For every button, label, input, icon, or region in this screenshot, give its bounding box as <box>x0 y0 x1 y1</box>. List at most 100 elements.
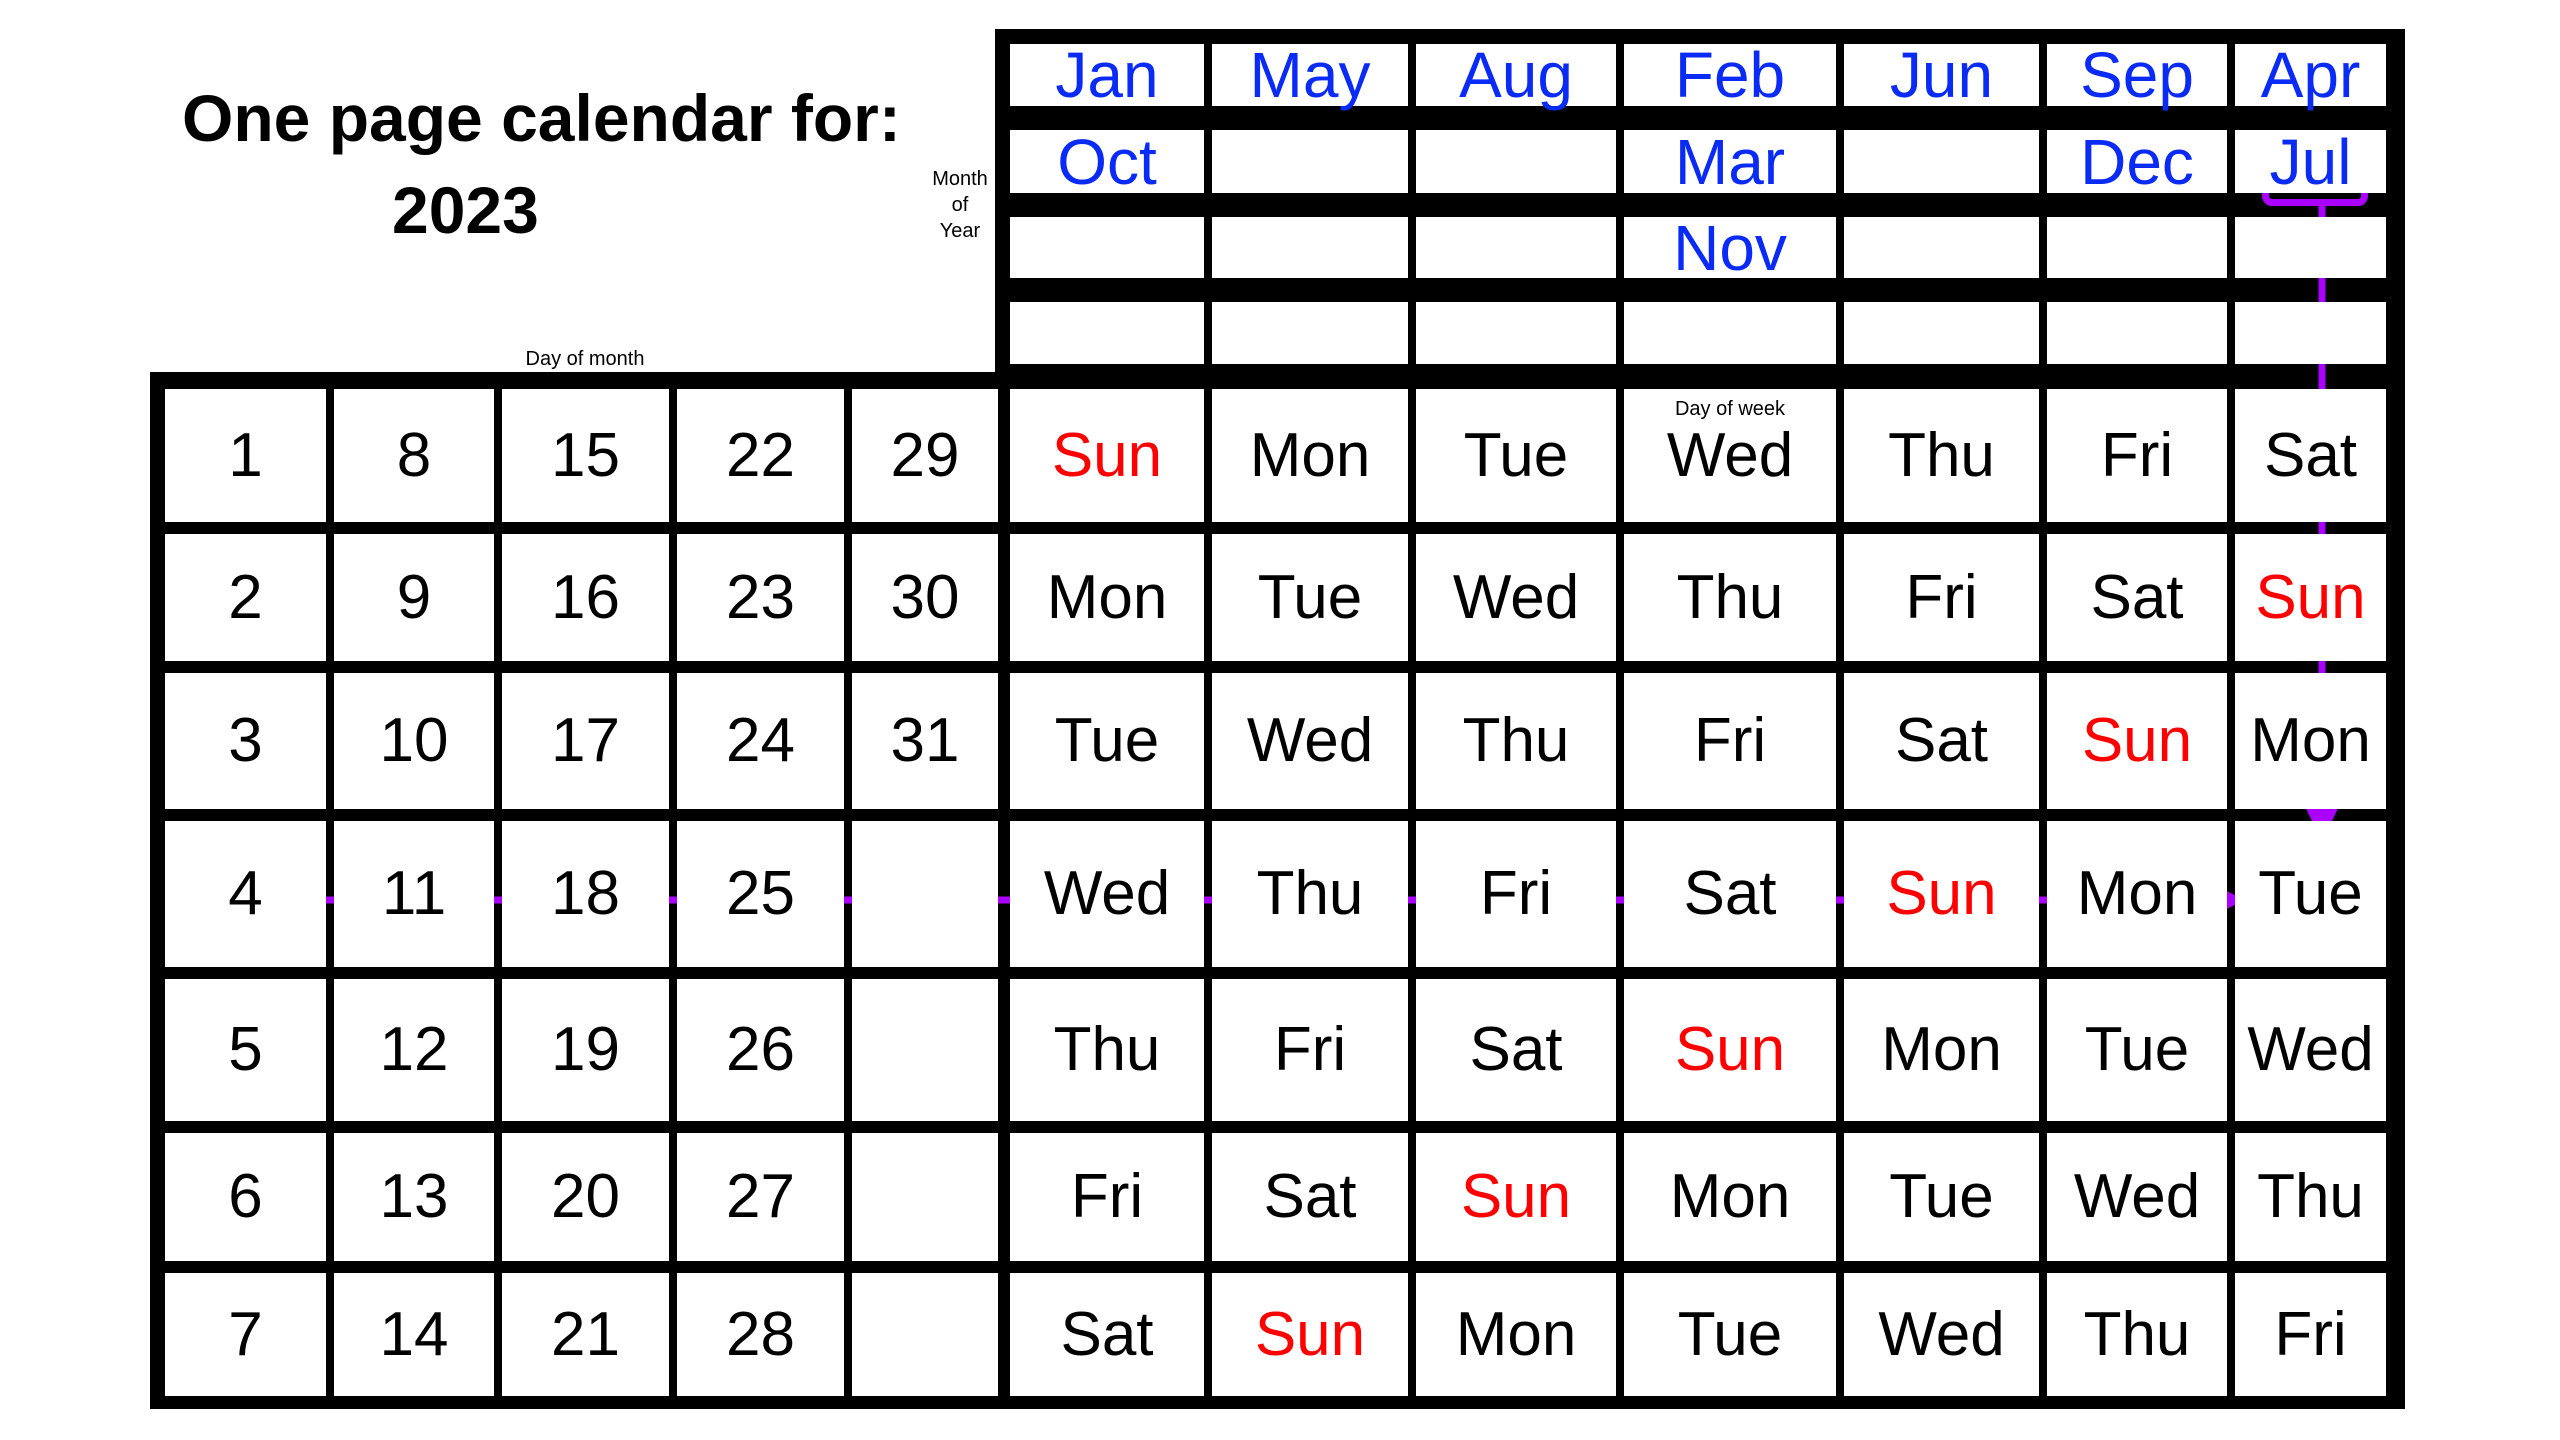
day-of-month-cell: 17 <box>502 673 669 809</box>
weekday-cell: Sat <box>1212 1133 1408 1261</box>
day-of-month-cell: 12 <box>334 979 494 1121</box>
month-cell: Oct <box>1010 126 1204 198</box>
weekday-cell: Fri <box>2235 1273 2386 1396</box>
day-of-month-cell: 14 <box>334 1273 494 1396</box>
month-cell <box>1212 130 1408 193</box>
day-of-month-cell: 20 <box>502 1133 669 1261</box>
month-cell: Nov <box>1624 212 1836 284</box>
weekday-cell: Mon <box>1844 979 2039 1121</box>
day-of-month-cell: 13 <box>334 1133 494 1261</box>
month-cell <box>1416 130 1616 193</box>
day-of-month-cell: 31 <box>852 673 998 809</box>
weekday-cell: Mon <box>1212 389 1408 522</box>
weekday-cell: Mon <box>2047 821 2227 967</box>
month-cell <box>1416 302 1616 364</box>
weekday-cell: Sat <box>2047 534 2227 661</box>
weekday-cell: Thu <box>1624 534 1836 661</box>
day-of-month-cell: 2 <box>165 534 326 661</box>
weekday-cell: Sun <box>2047 673 2227 809</box>
weekday-cell: Sat <box>1624 821 1836 967</box>
day-of-month-cell <box>852 821 998 967</box>
day-of-month-cell: 16 <box>502 534 669 661</box>
weekday-cell: Sun <box>1010 389 1204 522</box>
month-cell <box>1010 217 1204 278</box>
day-of-month-cell: 28 <box>677 1273 844 1396</box>
month-cell <box>2235 302 2386 364</box>
month-cell: Jul <box>2235 126 2386 198</box>
day-of-month-cell: 19 <box>502 979 669 1121</box>
weekday-cell: Fri <box>1010 1133 1204 1261</box>
weekday-cell: Thu <box>2235 1133 2386 1261</box>
weekday-cell: Wed <box>1416 534 1616 661</box>
month-cell <box>2235 217 2386 278</box>
month-cell <box>1844 217 2039 278</box>
weekday-cell: Tue <box>1844 1133 2039 1261</box>
weekday-cell: Wed <box>2235 979 2386 1121</box>
weekday-cell: Mon <box>1010 534 1204 661</box>
day-of-month-cell: 18 <box>502 821 669 967</box>
weekday-cell: Tue <box>2047 979 2227 1121</box>
month-cell <box>1844 130 2039 193</box>
weekday-cell: Thu <box>1416 673 1616 809</box>
month-cell: Dec <box>2047 126 2227 198</box>
month-cell: Jun <box>1844 39 2039 111</box>
month-cell: Apr <box>2235 39 2386 111</box>
month-cell: Jan <box>1010 39 1204 111</box>
weekday-cell: Sat <box>1416 979 1616 1121</box>
month-cell: Aug <box>1416 39 1616 111</box>
month-cell <box>1844 302 2039 364</box>
day-of-month-cell: 6 <box>165 1133 326 1261</box>
month-cell <box>1010 302 1204 364</box>
day-of-month-cell: 3 <box>165 673 326 809</box>
day-of-month-cell: 27 <box>677 1133 844 1261</box>
month-cell <box>2047 217 2227 278</box>
weekday-cell: Mon <box>1416 1273 1616 1396</box>
day-of-month-cell: 23 <box>677 534 844 661</box>
day-of-month-cell: 5 <box>165 979 326 1121</box>
month-cell <box>1416 217 1616 278</box>
weekday-cell: Wed <box>2047 1133 2227 1261</box>
weekday-cell: Fri <box>2047 389 2227 522</box>
weekday-cell: Fri <box>1212 979 1408 1121</box>
weekday-cell: Tue <box>1212 534 1408 661</box>
weekday-cell: Fri <box>1416 821 1616 967</box>
day-of-month-cell: 15 <box>502 389 669 522</box>
day-of-month-cell: 8 <box>334 389 494 522</box>
day-of-month-cell: 21 <box>502 1273 669 1396</box>
weekday-cell: Sun <box>1416 1133 1616 1261</box>
weekday-cell: Mon <box>2235 673 2386 809</box>
weekday-cell: Sun <box>2235 534 2386 661</box>
day-of-month-cell: 9 <box>334 534 494 661</box>
weekday-cell: Thu <box>1844 389 2039 522</box>
day-of-month-cell: 11 <box>334 821 494 967</box>
weekday-cell: Sat <box>1844 673 2039 809</box>
day-of-month-cell: 30 <box>852 534 998 661</box>
weekday-cell: Sun <box>1844 821 2039 967</box>
weekday-cell: Fri <box>1844 534 2039 661</box>
day-of-month-cell: 26 <box>677 979 844 1121</box>
day-of-month-cell: 7 <box>165 1273 326 1396</box>
weekday-cell: Sat <box>2235 389 2386 522</box>
month-cell: Feb <box>1624 39 1836 111</box>
day-of-month-cell: 29 <box>852 389 998 522</box>
weekday-cell: Sat <box>1010 1273 1204 1396</box>
weekday-cell: Tue <box>1416 389 1616 522</box>
day-of-month-cell <box>852 1273 998 1396</box>
month-cell <box>2047 302 2227 364</box>
month-cell: May <box>1212 39 1408 111</box>
day-of-month-cell: 10 <box>334 673 494 809</box>
weekday-cell: Wed <box>1212 673 1408 809</box>
day-of-month-cell: 24 <box>677 673 844 809</box>
weekday-cell: Wed <box>1844 1273 2039 1396</box>
weekday-cell: Tue <box>1010 673 1204 809</box>
weekday-cell: Thu <box>1010 979 1204 1121</box>
day-of-week-label: Day of week <box>1674 398 1786 420</box>
weekday-cell: Mon <box>1624 1133 1836 1261</box>
day-of-month-cell: 25 <box>677 821 844 967</box>
weekday-cell: Thu <box>1212 821 1408 967</box>
day-of-month-cell <box>852 979 998 1121</box>
weekday-cell: Fri <box>1624 673 1836 809</box>
month-cell <box>1212 217 1408 278</box>
weekday-cell: Thu <box>2047 1273 2227 1396</box>
weekday-cell: Tue <box>2235 821 2386 967</box>
